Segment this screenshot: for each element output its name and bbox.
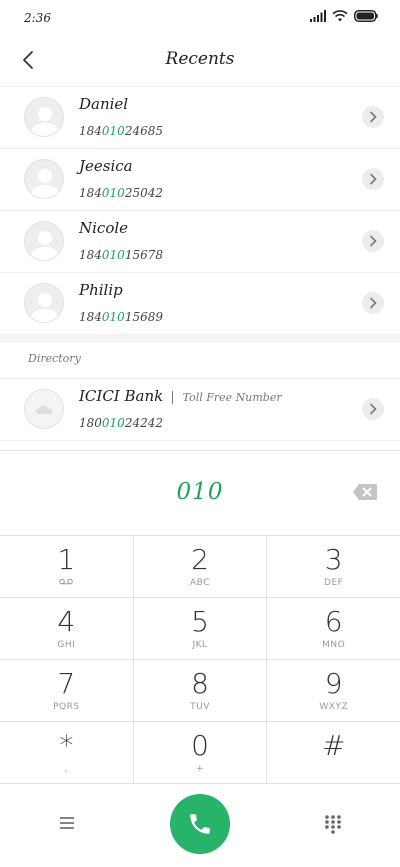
keypad-row: 4 GHI 5 JKL 6 MNO [0,598,400,660]
directory-section-header: Directory [0,342,400,378]
battery-icon [354,10,378,22]
chevron-right-icon [370,235,377,247]
avatar [24,97,64,137]
voicemail-indicator [0,578,133,588]
key-5[interactable]: 5 JKL [134,598,268,659]
contact-number: 18401025042 [79,186,163,200]
contact-details-button[interactable] [362,230,384,252]
keypad-icon [325,815,341,834]
recent-contact-row[interactable]: Jeesica 18401025042 [0,149,400,211]
directory-label: Directory [28,352,81,365]
page-title: Recents [165,49,235,69]
key-2[interactable]: 2 ABC [134,536,268,597]
phone-icon [190,814,210,834]
directory-name: ICICI Bank | Toll Free Number [79,387,282,405]
chevron-right-icon [370,173,377,185]
recent-contact-row[interactable]: Nicole 18401015678 [0,211,400,273]
contact-name: Jeesica [79,157,133,175]
status-time: 2:36 [24,11,51,25]
dialer-panel: 010 1 2 ABC 3 DEF 4 GHI 5 JKL 6 MNO 7 PQ… [0,450,400,867]
dialed-number[interactable]: 010 [0,479,400,505]
contact-details-button[interactable] [362,106,384,128]
keypad-row: * , 0 + # [0,722,400,784]
keypad-row: 7 PQRS 8 TUV 9 WXYZ [0,660,400,722]
number-match-highlight: 010 [101,310,125,324]
status-bar: 2:36 [0,0,400,36]
key-star[interactable]: * , [0,722,134,783]
keypad-toggle-button[interactable] [322,813,344,835]
wifi-icon [332,10,348,22]
contact-details-button[interactable] [362,168,384,190]
backspace-button[interactable] [352,483,378,501]
dial-display: 010 [0,451,400,535]
key-8[interactable]: 8 TUV [134,660,268,721]
contact-name: Daniel [79,95,129,113]
status-icons [310,10,378,22]
section-divider [0,335,400,342]
recent-contact-row[interactable]: Philip 18401015689 [0,273,400,335]
key-hash[interactable]: # [267,722,400,783]
call-button[interactable] [170,794,230,854]
recents-list: Daniel 18401024685 Jeesica 18401025042 N… [0,87,400,441]
key-0[interactable]: 0 + [134,722,268,783]
chevron-right-icon [370,111,377,123]
avatar [24,221,64,261]
voicemail-icon [59,578,74,585]
avatar [24,389,64,429]
contact-number: 18401015689 [79,310,163,324]
key-1[interactable]: 1 [0,536,134,597]
chevron-right-icon [370,403,377,415]
number-match-highlight: 010 [101,186,125,200]
key-4[interactable]: 4 GHI [0,598,134,659]
contact-number: 18401024685 [79,124,163,138]
backspace-icon [353,484,377,500]
directory-details-button[interactable] [362,398,384,420]
number-match-highlight: 010 [101,248,125,262]
contact-name: Philip [79,281,123,299]
directory-subtitle: Toll Free Number [182,391,282,404]
key-9[interactable]: 9 WXYZ [267,660,400,721]
contact-number: 18401015678 [79,248,163,262]
key-3[interactable]: 3 DEF [267,536,400,597]
avatar [24,283,64,323]
directory-number: 18001024242 [79,416,163,430]
key-7[interactable]: 7 PQRS [0,660,134,721]
contact-name: Nicole [79,219,129,237]
recent-contact-row[interactable]: Daniel 18401024685 [0,87,400,149]
signal-icon [310,10,326,22]
person-icon [30,293,60,322]
keypad: 1 2 ABC 3 DEF 4 GHI 5 JKL 6 MNO 7 PQRS 8… [0,535,400,784]
number-match-highlight: 010 [101,416,125,430]
key-6[interactable]: 6 MNO [267,598,400,659]
app-header: Recents [0,36,400,87]
number-match-highlight: 010 [101,124,125,138]
keypad-row: 1 2 ABC 3 DEF [0,536,400,598]
person-icon [30,107,60,136]
cloud-icon [36,405,53,414]
person-icon [30,231,60,260]
menu-icon [60,817,74,829]
directory-row[interactable]: ICICI Bank | Toll Free Number 18001024242 [0,378,400,441]
avatar [24,159,64,199]
menu-button[interactable] [56,813,78,833]
dialer-bottom-bar [0,781,400,867]
contact-details-button[interactable] [362,292,384,314]
chevron-right-icon [370,297,377,309]
person-icon [30,169,60,198]
